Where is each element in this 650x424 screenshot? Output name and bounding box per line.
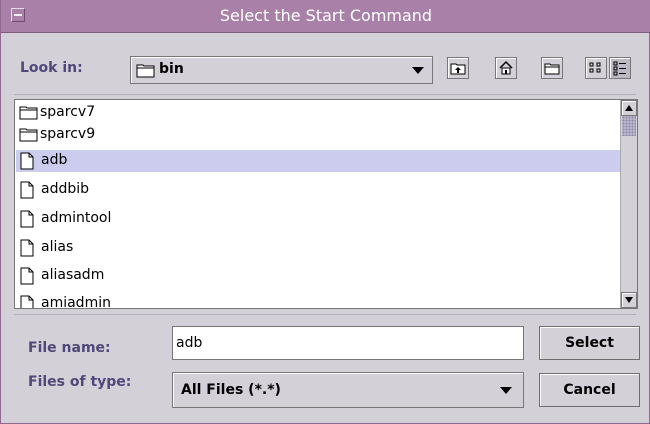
new-folder-icon [544, 63, 560, 75]
file-icon [20, 295, 34, 308]
file-icon [20, 152, 34, 170]
details-view-button[interactable] [609, 57, 631, 79]
up-folder-button[interactable] [447, 57, 469, 79]
list-view-button[interactable] [585, 57, 607, 79]
files-of-type-combo[interactable]: All Files (*.*) [172, 372, 524, 408]
folder-icon [19, 106, 38, 120]
list-item[interactable]: addbib [16, 179, 621, 201]
select-button[interactable]: Select [539, 326, 640, 360]
list-view-icon [589, 62, 601, 73]
list-item-selected[interactable]: adb [16, 150, 621, 172]
list-item[interactable]: alias [16, 237, 621, 259]
home-button[interactable] [495, 57, 517, 79]
up-folder-icon [450, 63, 466, 75]
file-icon [20, 181, 34, 199]
file-name: alias [41, 239, 74, 255]
file-name: adb [41, 152, 68, 168]
list-item[interactable]: admintool [16, 208, 621, 230]
list-item[interactable]: amiadmin [16, 293, 621, 309]
window-title: Select the Start Command [219, 6, 433, 25]
look-in-label: Look in: [20, 60, 83, 76]
folder-icon [136, 64, 155, 78]
arrow-up-icon [625, 105, 633, 111]
file-name: addbib [41, 181, 90, 197]
scroll-thumb[interactable] [622, 116, 636, 136]
look-in-value: bin [159, 61, 184, 77]
file-name: amiadmin [41, 295, 111, 309]
vertical-scrollbar[interactable] [620, 100, 637, 308]
file-icon [20, 267, 34, 285]
file-name-input[interactable] [176, 332, 516, 354]
files-of-type-value: All Files (*.*) [181, 382, 281, 398]
list-item[interactable]: sparcv7 [16, 102, 621, 124]
chevron-down-icon[interactable] [500, 387, 512, 394]
bottom-divider [14, 314, 636, 315]
file-icon [20, 210, 34, 228]
new-folder-button[interactable] [541, 57, 563, 79]
arrow-down-icon [625, 297, 633, 303]
look-in-combo[interactable]: bin [130, 56, 433, 84]
list-item[interactable]: sparcv9 [16, 124, 621, 146]
file-name: admintool [41, 210, 112, 226]
cancel-button[interactable]: Cancel [539, 373, 640, 407]
list-item[interactable]: aliasadm [16, 265, 621, 287]
file-name: sparcv7 [40, 104, 96, 120]
title-bar[interactable]: Select the Start Command [1, 0, 650, 33]
home-icon [499, 60, 513, 75]
details-view-icon [613, 61, 626, 76]
scroll-up-button[interactable] [621, 100, 637, 116]
file-name: sparcv9 [40, 126, 96, 142]
file-name-label: File name: [28, 340, 111, 356]
chevron-down-icon[interactable] [412, 67, 424, 74]
file-name: aliasadm [41, 267, 105, 283]
file-icon [20, 239, 34, 257]
files-of-type-label: Files of type: [28, 374, 132, 390]
scroll-down-button[interactable] [621, 292, 637, 308]
folder-icon [19, 128, 38, 142]
top-divider [14, 94, 636, 95]
file-name-field[interactable] [172, 326, 524, 360]
file-dialog: Select the Start Command Look in: bin sp… [0, 0, 650, 424]
file-list[interactable]: sparcv7 sparcv9 adb addbib admintool ali… [14, 99, 638, 309]
